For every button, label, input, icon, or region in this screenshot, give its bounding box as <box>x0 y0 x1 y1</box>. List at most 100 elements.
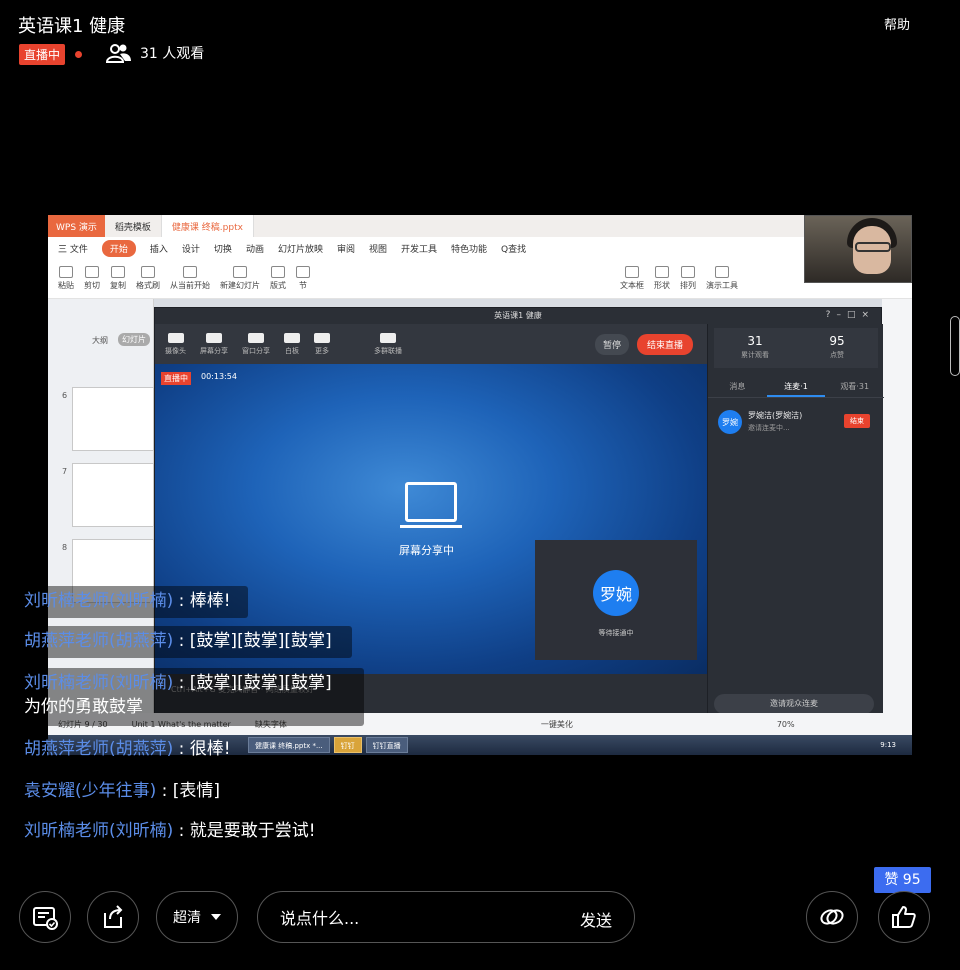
ribbon-tool: 版式 <box>270 266 286 291</box>
screen-share-icon <box>400 482 462 528</box>
screen-share-tool: 屏幕分享 <box>200 332 228 356</box>
ribbon-tool: 格式刷 <box>136 266 160 291</box>
ribbon-tool: 从当前开始 <box>170 266 210 291</box>
live-player: 英语课1 健康 帮助 直播中 31 人观看 WPS 演示 稻壳模板 健康课 终稿… <box>0 0 960 970</box>
side-panel-tabs: 消息 连麦·1 观看·31 <box>708 376 884 398</box>
likes-badge: 赞 95 <box>874 867 931 893</box>
sharing-text: 屏幕分享中 <box>399 544 454 557</box>
live-stats: 31 累计观看 95 点赞 <box>714 328 878 368</box>
chat-message: 刘昕楠老师(刘昕楠) : 棒棒! <box>24 588 231 614</box>
pause-button: 暂停 <box>595 334 630 355</box>
live-dot-icon <box>75 51 82 58</box>
wps-tab-file: 健康课 终稿.pptx <box>161 215 254 237</box>
taskbar-item: 钉钉 <box>333 737 362 753</box>
notes-button[interactable] <box>19 891 71 943</box>
share-icon <box>104 905 123 928</box>
wps-menu-item: 审阅 <box>336 244 355 255</box>
wps-menu-item: 三 文件 <box>58 244 88 255</box>
ribbon-tool: 剪切 <box>84 266 100 291</box>
tab-messages: 消息 <box>729 382 746 391</box>
link-mic-button[interactable] <box>806 891 858 943</box>
ribbon-tool: 节 <box>296 266 310 291</box>
wps-menu-item: Q查找 <box>501 244 527 255</box>
ribbon-tool: 排列 <box>680 266 696 291</box>
camera-tool: 摄像头 <box>165 332 186 356</box>
notes-check-icon <box>33 907 58 930</box>
wps-right-strip <box>882 299 912 755</box>
taskbar-item: 健康课 终稿.pptx *... <box>248 737 330 753</box>
arrange-icon <box>681 266 695 278</box>
wps-logo: WPS 演示 <box>48 215 105 237</box>
invite-mic-button: 邀请观众连麦 <box>714 694 874 714</box>
window-controls-icon: ?–□× <box>825 310 875 320</box>
side-scroll-handle[interactable] <box>950 316 960 376</box>
slide-number: 8 <box>62 543 68 552</box>
ribbon-tool: 新建幻灯片 <box>220 266 260 291</box>
share-button[interactable] <box>87 891 139 943</box>
chat-sender: 胡燕萍老师(胡燕萍) <box>24 631 174 651</box>
send-button[interactable]: 发送 <box>580 907 612 931</box>
window-share-icon <box>248 332 264 343</box>
chat-message: 袁安耀(少年往事) : [表情] <box>24 778 220 804</box>
live-console-title: 英语课1 健康 <box>155 308 881 324</box>
more-icon <box>314 332 330 343</box>
chat-text: : 很棒! <box>173 739 231 759</box>
paste-icon <box>59 266 73 278</box>
chevron-down-icon <box>211 914 221 920</box>
mic-user-status: 邀请连麦中... <box>748 424 790 432</box>
camera-icon <box>167 332 184 343</box>
zoom-level: 70% <box>776 719 795 729</box>
ribbon-tool: 复制 <box>110 266 126 291</box>
guest-status: 等待接通中 <box>598 629 634 637</box>
wps-menu-item: 开发工具 <box>401 244 438 255</box>
viewer-count-text: 31 人观看 <box>140 46 205 62</box>
mic-user-name: 罗婉洁(罗婉洁) <box>748 411 803 420</box>
chat-sender: 刘昕楠老师(刘昕楠) <box>24 821 174 841</box>
new-slide-icon <box>233 266 247 278</box>
wps-ribbon: 粘贴 剪切 复制 格式刷 从当前开始 新建幻灯片 版式 节 文本框 形状 排列 … <box>48 259 912 299</box>
wps-menu-bar: 三 文件 开始 插入 设计 切换 动画 幻灯片放映 审阅 视图 开发工具 特色功… <box>48 237 912 259</box>
chat-sender: 胡燕萍老师(胡燕萍) <box>24 739 174 759</box>
chat-message: 刘昕楠老师(刘昕楠) : [鼓掌][鼓掌][鼓掌] <box>24 670 332 696</box>
multi-group-icon <box>380 332 396 343</box>
wps-menu-item: 设计 <box>181 244 200 255</box>
stat-views: 31 累计观看 <box>741 334 769 359</box>
play-icon <box>183 266 197 278</box>
comment-box: 发送 <box>257 891 635 943</box>
slide-thumbnail <box>72 387 154 451</box>
chat-message: 刘昕楠老师(刘昕楠) : 就是要敢于尝试! <box>24 818 316 844</box>
ribbon-tool: 形状 <box>654 266 670 291</box>
chat-text: 为你的勇敢鼓掌 <box>24 697 143 717</box>
camera-person-glasses <box>855 242 891 252</box>
stat-likes: 95 点赞 <box>829 334 845 359</box>
format-brush-icon <box>141 266 155 278</box>
comment-input[interactable] <box>280 906 540 930</box>
taskbar-clock: 9:13 <box>880 741 896 749</box>
like-button[interactable] <box>878 891 930 943</box>
help-link[interactable]: 帮助 <box>884 14 910 33</box>
slides-tab: 幻灯片 <box>118 333 150 346</box>
quality-label: 超清 <box>173 910 201 926</box>
chat-sender: 刘昕楠老师(刘昕楠) <box>24 673 174 693</box>
chat-sender: 刘昕楠老师(刘昕楠) <box>24 591 174 611</box>
chat-message: 胡燕萍老师(胡燕萍) : 很棒! <box>24 736 231 762</box>
wps-menu-item: 幻灯片放映 <box>277 244 323 255</box>
live-tag: 直播中 <box>161 372 191 385</box>
taskbar-item: 钉钉直播 <box>365 737 408 753</box>
wps-tab-bar: WPS 演示 稻壳模板 健康课 终稿.pptx <box>48 215 912 237</box>
live-console-window: 英语课1 健康 ?–□× 摄像头 屏幕分享 窗口分享 白板 更多 多群联播 暂停… <box>154 307 884 726</box>
present-tools-icon <box>715 266 729 278</box>
ribbon-tool: 粘贴 <box>58 266 74 291</box>
shape-icon <box>655 266 669 278</box>
live-timer: 00:13:54 <box>201 372 237 381</box>
users-icon <box>106 44 131 63</box>
textbox-icon <box>625 266 639 278</box>
live-status-badge: 直播中 <box>19 44 66 65</box>
window-share-tool: 窗口分享 <box>242 332 270 356</box>
copy-icon <box>111 266 125 278</box>
beautify: 一键美化 <box>540 719 573 729</box>
wps-menu-item: 插入 <box>149 244 168 255</box>
whiteboard-tool: 白板 <box>284 332 300 356</box>
quality-select[interactable]: 超清 <box>156 891 238 943</box>
layout-icon <box>271 266 285 278</box>
